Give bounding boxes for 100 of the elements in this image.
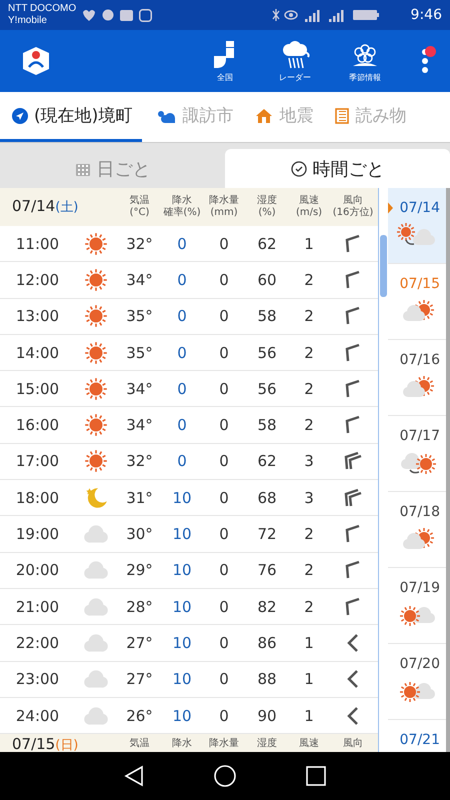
time-cell: 11:00 <box>16 234 60 253</box>
time-cell: 14:00 <box>16 344 60 362</box>
precip-amount-cell: 0 <box>219 634 229 652</box>
precip-amount-cell: 0 <box>219 270 229 289</box>
precip-chance-cell: 0 <box>177 416 187 434</box>
precip-amount-cell: 0 <box>219 307 229 326</box>
column-header: 湿度 <box>256 738 278 750</box>
time-cell: 13:00 <box>16 307 60 326</box>
date-label: 07/14(土) <box>11 200 80 214</box>
wind-speed-cell: 1 <box>304 634 314 652</box>
humidity-cell: 62 <box>257 452 277 470</box>
carrier-name: NTT DOCOMO <box>8 3 76 15</box>
precip-chance-cell: 10 <box>172 561 192 580</box>
time-cell: 24:00 <box>16 706 60 724</box>
back-icon[interactable] <box>124 765 144 787</box>
humidity-cell: 58 <box>257 416 277 434</box>
precip-chance-cell: 10 <box>172 706 192 724</box>
temperature-cell: 34° <box>126 416 153 434</box>
temperature-cell: 35° <box>126 307 153 326</box>
temperature-cell: 30° <box>126 525 153 544</box>
humidity-cell: 82 <box>257 598 277 616</box>
column-header: 風向 <box>342 738 364 750</box>
toolbar-button[interactable]: 季節情報 <box>330 40 400 82</box>
time-cell: 23:00 <box>16 670 60 688</box>
humidity-cell: 56 <box>257 344 277 362</box>
precip-chance-cell: 0 <box>177 380 187 398</box>
temperature-cell: 32° <box>126 234 153 253</box>
column-header: 気温 (°C) <box>128 195 150 219</box>
humidity-cell: 86 <box>257 634 277 652</box>
humidity-cell: 58 <box>257 307 277 326</box>
home-icon[interactable] <box>214 765 236 787</box>
time-cell: 12:00 <box>16 270 60 289</box>
wind-speed-cell: 2 <box>304 416 314 434</box>
temperature-cell: 34° <box>126 380 153 398</box>
view-tab[interactable]: 時間ごと <box>225 149 450 188</box>
humidity-cell: 62 <box>257 234 277 253</box>
column-header: 降水 確率(%) <box>162 195 202 219</box>
time-cell: 19:00 <box>16 525 60 544</box>
precip-chance-cell: 10 <box>172 634 192 652</box>
precip-chance-cell: 0 <box>177 234 187 253</box>
carrier-name: Y!mobile <box>8 15 48 27</box>
column-header: 風速 (m/s) <box>294 195 324 219</box>
clock-icon <box>290 160 306 176</box>
wind-speed-cell: 2 <box>304 344 314 362</box>
recent-apps-icon[interactable] <box>306 766 326 786</box>
column-header: 風向 (16方位) <box>332 195 374 219</box>
time-cell: 16:00 <box>16 416 60 434</box>
wind-speed-cell: 1 <box>304 706 314 724</box>
wind-speed-cell: 2 <box>304 307 314 326</box>
precip-chance-cell: 10 <box>172 670 192 688</box>
time-cell: 20:00 <box>16 561 60 580</box>
precip-amount-cell: 0 <box>219 416 229 434</box>
humidity-cell: 90 <box>257 706 277 724</box>
time-cell: 18:00 <box>16 488 60 507</box>
app-logo-icon[interactable] <box>20 45 52 77</box>
wind-speed-cell: 1 <box>304 670 314 688</box>
column-header: 風速 <box>298 738 320 750</box>
column-header: 湿度 (%) <box>256 195 278 219</box>
precip-chance-cell: 10 <box>172 488 192 507</box>
house-icon <box>255 108 274 124</box>
precip-amount-cell: 0 <box>219 344 229 362</box>
precip-chance-cell: 0 <box>177 344 187 362</box>
humidity-cell: 76 <box>257 561 277 580</box>
temperature-cell: 27° <box>126 634 153 652</box>
scrollbar-thumb[interactable] <box>380 235 387 297</box>
precip-amount-cell: 0 <box>219 488 229 507</box>
wind-speed-cell: 2 <box>304 561 314 580</box>
time-cell: 21:00 <box>16 598 60 616</box>
temperature-cell: 31° <box>126 488 153 507</box>
time-cell: 22:00 <box>16 634 60 652</box>
precip-chance-cell: 0 <box>177 307 187 326</box>
humidity-cell: 88 <box>257 670 277 688</box>
time-cell: 15:00 <box>16 380 60 398</box>
day-item[interactable]: 07/14 <box>388 188 446 264</box>
clock-time: 9:46 <box>410 7 442 23</box>
toolbar-button[interactable]: レーダー <box>260 40 330 82</box>
column-header: 降水量 (mm) <box>208 195 240 219</box>
humidity-cell: 68 <box>257 488 277 507</box>
column-header: 降水 <box>171 738 193 750</box>
humidity-cell: 60 <box>257 270 277 289</box>
precip-amount-cell: 0 <box>219 234 229 253</box>
time-cell: 17:00 <box>16 452 60 470</box>
humidity-cell: 56 <box>257 380 277 398</box>
document-icon <box>335 108 350 124</box>
precip-chance-cell: 0 <box>177 452 187 470</box>
precip-chance-cell: 0 <box>177 270 187 289</box>
temperature-cell: 29° <box>126 561 153 580</box>
toolbar-button[interactable]: 全国 <box>190 40 260 82</box>
temperature-cell: 34° <box>126 270 153 289</box>
humidity-cell: 72 <box>257 525 277 544</box>
wind-speed-cell: 2 <box>304 525 314 544</box>
precip-amount-cell: 0 <box>219 706 229 724</box>
precip-amount-cell: 0 <box>219 380 229 398</box>
temperature-cell: 35° <box>126 344 153 362</box>
precip-amount-cell: 0 <box>219 561 229 580</box>
wind-speed-cell: 3 <box>304 452 314 470</box>
temperature-cell: 26° <box>126 706 153 724</box>
precip-chance-cell: 10 <box>172 598 192 616</box>
temperature-cell: 32° <box>126 452 153 470</box>
column-header: 降水量 <box>208 738 240 750</box>
